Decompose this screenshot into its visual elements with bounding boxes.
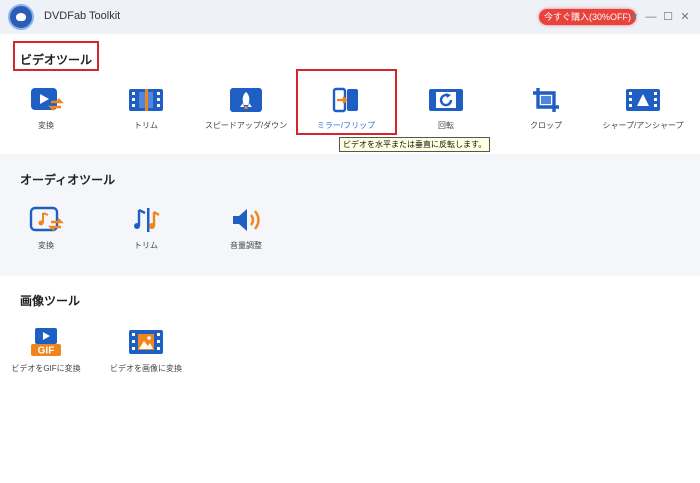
tool-video-to-image[interactable]: ビデオを画像に変換 — [101, 327, 191, 374]
rocket-icon — [230, 88, 262, 112]
tool-video-trim[interactable]: トリム — [101, 86, 191, 131]
audio-trim-icon — [134, 208, 160, 232]
tool-label: 音量調整 — [230, 241, 262, 250]
menu-dropdown-icon[interactable]: ▾ — [628, 9, 640, 25]
tool-label: スピードアップ/ダウン — [204, 121, 288, 130]
tool-label: トリム — [134, 241, 158, 250]
tool-speed[interactable]: スピードアップ/ダウン — [201, 86, 291, 131]
sharpen-icon — [626, 89, 660, 111]
maximize-button[interactable]: ☐ — [662, 9, 674, 25]
tool-label: 回転 — [438, 121, 454, 130]
tool-label: ビデオをGIFに変換 — [11, 364, 81, 373]
tool-label: トリム — [134, 121, 158, 130]
video-to-image-icon — [129, 330, 163, 354]
image-tools-heading: 画像ツール — [20, 294, 81, 308]
tool-video-to-gif[interactable]: GIF ビデオをGIFに変換 — [1, 327, 91, 374]
highlight-video-tools-heading — [13, 41, 99, 71]
tool-volume[interactable]: 音量調整 — [201, 206, 291, 251]
image-tools-section: 画像ツール GIF ビデオをGIFに変換 ビデオを画像に変換 — [0, 276, 700, 483]
minimize-button[interactable]: — — [645, 9, 657, 25]
app-title: DVDFab Toolkit — [44, 10, 121, 22]
buy-now-button[interactable]: 今すぐ購入(30%OFF) — [539, 9, 637, 25]
tool-label: 変換 — [38, 121, 54, 130]
close-button[interactable]: ✕ — [679, 9, 691, 25]
rotate-icon — [429, 89, 463, 111]
title-bar: DVDFab Toolkit 今すぐ購入(30%OFF) ▾ — ☐ ✕ — [0, 0, 700, 34]
crop-icon — [533, 88, 559, 112]
tool-sharpen[interactable]: シャープ/アンシャープ — [598, 86, 688, 131]
speaker-volume-icon — [233, 209, 260, 231]
audio-convert-icon — [29, 206, 64, 232]
tool-crop[interactable]: クロップ — [501, 86, 591, 131]
gif-badge: GIF — [38, 346, 55, 357]
mirror-flip-tooltip: ビデオを水平または垂直に反転します。 — [339, 137, 491, 152]
video-to-gif-icon: GIF — [31, 328, 61, 357]
audio-tools-heading: オーディオツール — [20, 173, 116, 187]
video-convert-icon — [31, 88, 64, 111]
highlight-mirror-flip-tool — [296, 69, 397, 135]
tool-label: ビデオを画像に変換 — [110, 364, 182, 373]
tool-label: シャープ/アンシャープ — [602, 121, 684, 130]
tool-video-convert[interactable]: 変換 — [1, 86, 91, 131]
audio-tools-section: オーディオツール 変換 トリム 音量調整 — [0, 154, 700, 276]
tool-label: 変換 — [38, 241, 54, 250]
app-logo-icon — [8, 4, 34, 30]
tool-audio-convert[interactable]: 変換 — [1, 206, 91, 251]
tool-rotate[interactable]: 回転 — [401, 86, 491, 131]
tool-audio-trim[interactable]: トリム — [101, 206, 191, 251]
tool-label: クロップ — [530, 121, 562, 130]
film-strip-icon — [129, 89, 163, 111]
